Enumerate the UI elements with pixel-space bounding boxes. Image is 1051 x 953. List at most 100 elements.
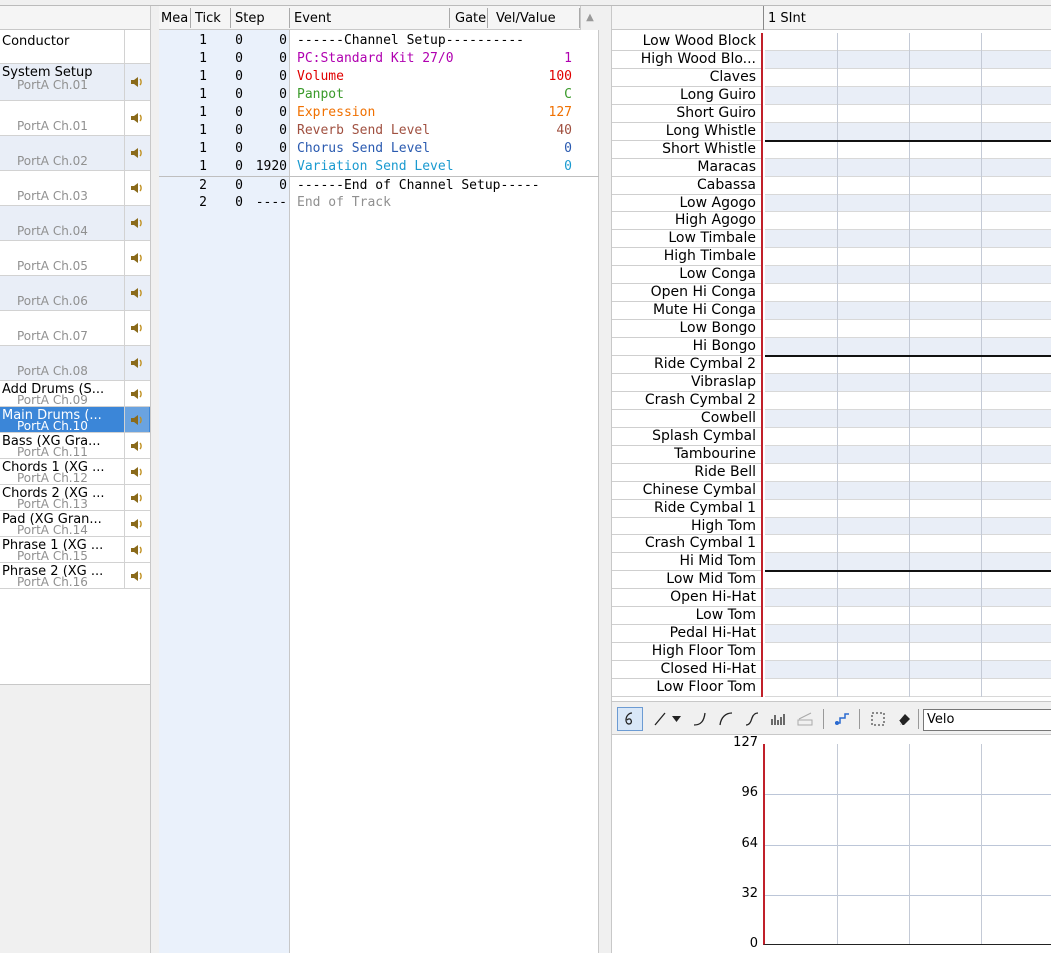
event-row[interactable]: 1 0 0 PC:Standard Kit 27/0 1 <box>159 50 599 68</box>
grid-row[interactable] <box>765 445 1051 464</box>
grid-row[interactable] <box>765 535 1051 554</box>
drum-instrument-label[interactable]: Ride Cymbal 2 <box>612 356 761 374</box>
speaker-icon[interactable] <box>124 136 149 170</box>
grid-row[interactable] <box>765 122 1051 141</box>
drum-instrument-label[interactable]: Low Bongo <box>612 320 761 339</box>
grid-row[interactable] <box>765 517 1051 536</box>
drum-instrument-label[interactable]: Closed Hi-Hat <box>612 661 761 680</box>
scroll-up-arrow-icon[interactable]: ▲ <box>580 6 599 30</box>
drum-instrument-label[interactable]: High Wood Blo... <box>612 51 761 69</box>
curve-tool-3-icon[interactable] <box>739 707 765 731</box>
grid-row[interactable] <box>765 105 1051 123</box>
event-row[interactable]: 2 0 ---- End of Track <box>159 194 599 212</box>
grid-row[interactable] <box>765 607 1051 626</box>
event-row[interactable]: 1 0 0 Expression 127 <box>159 104 599 122</box>
grid-row[interactable] <box>765 373 1051 392</box>
velocity-grid[interactable] <box>763 744 1051 945</box>
track-row[interactable]: Bass (XG Gra... PortA Ch.11 <box>0 433 150 459</box>
speaker-icon[interactable] <box>124 346 149 380</box>
track-row[interactable]: PortA Ch.07 <box>0 311 150 346</box>
grid-row[interactable] <box>765 553 1051 572</box>
track-row[interactable]: PortA Ch.06 <box>0 276 150 311</box>
grid-row[interactable] <box>765 86 1051 105</box>
drum-instrument-label[interactable]: Claves <box>612 69 761 87</box>
drum-instrument-label[interactable]: High Agogo <box>612 212 761 231</box>
speaker-icon[interactable] <box>124 241 149 275</box>
track-row[interactable]: PortA Ch.03 <box>0 171 150 206</box>
speaker-icon[interactable] <box>124 563 149 588</box>
track-row[interactable]: Phrase 1 (XG ... PortA Ch.15 <box>0 537 150 563</box>
drum-note-grid[interactable] <box>765 33 1051 697</box>
grid-row[interactable] <box>765 356 1051 374</box>
track-row[interactable]: PortA Ch.04 <box>0 206 150 241</box>
grid-row[interactable] <box>765 194 1051 213</box>
grid-row[interactable] <box>765 248 1051 267</box>
event-row[interactable]: 1 0 0 Volume 100 <box>159 68 599 86</box>
grid-row[interactable] <box>765 571 1051 590</box>
speaker-icon[interactable] <box>124 511 149 536</box>
drum-instrument-label[interactable]: Splash Cymbal <box>612 428 761 446</box>
grid-row[interactable] <box>765 266 1051 285</box>
speaker-icon[interactable] <box>124 101 149 135</box>
speaker-icon[interactable] <box>124 311 149 345</box>
grid-row[interactable] <box>765 284 1051 303</box>
ruler[interactable]: 1 SInt <box>612 6 1051 30</box>
speaker-icon[interactable] <box>124 30 149 63</box>
col-header-event[interactable]: Event <box>294 11 331 26</box>
dropdown-arrow-icon[interactable] <box>669 707 683 731</box>
track-row[interactable]: Pad (XG Gran... PortA Ch.14 <box>0 511 150 537</box>
speaker-icon[interactable] <box>124 459 149 484</box>
drum-instrument-label[interactable]: Low Floor Tom <box>612 679 761 697</box>
grid-row[interactable] <box>765 643 1051 662</box>
grid-row[interactable] <box>765 589 1051 608</box>
grid-row[interactable] <box>765 212 1051 231</box>
grid-row[interactable] <box>765 320 1051 339</box>
splitter-right[interactable] <box>599 6 612 953</box>
speaker-icon[interactable] <box>124 171 149 205</box>
grid-row[interactable] <box>765 302 1051 321</box>
grid-row[interactable] <box>765 69 1051 87</box>
grid-row[interactable] <box>765 50 1051 69</box>
drum-instrument-label[interactable]: Low Mid Tom <box>612 571 761 590</box>
track-row[interactable]: System Setup PortA Ch.01 <box>0 64 150 101</box>
speaker-icon[interactable] <box>124 276 149 310</box>
drum-instrument-label[interactable]: Hi Bongo <box>612 338 761 357</box>
drum-instrument-label[interactable]: Pedal Hi-Hat <box>612 625 761 644</box>
col-header-tick[interactable]: Tick <box>195 11 221 26</box>
drum-instrument-label[interactable]: Crash Cymbal 1 <box>612 535 761 554</box>
grid-row[interactable] <box>765 141 1051 159</box>
speaker-icon[interactable] <box>124 206 149 240</box>
drum-instrument-label[interactable]: Low Tom <box>612 607 761 626</box>
grid-row[interactable] <box>765 158 1051 177</box>
speaker-icon[interactable] <box>124 433 149 458</box>
track-row[interactable]: Chords 1 (XG ... PortA Ch.12 <box>0 459 150 485</box>
drum-instrument-label[interactable]: Low Agogo <box>612 195 761 213</box>
grid-row[interactable] <box>765 409 1051 428</box>
event-row[interactable]: 2 0 0 ------End of Channel Setup----- <box>159 176 599 194</box>
drum-instrument-label[interactable]: High Floor Tom <box>612 643 761 662</box>
drum-instrument-label[interactable]: Cowbell <box>612 410 761 428</box>
grid-row[interactable] <box>765 392 1051 410</box>
drum-instrument-label[interactable]: Maracas <box>612 159 761 177</box>
drum-instrument-label[interactable]: Crash Cymbal 2 <box>612 392 761 410</box>
event-row[interactable]: 1 0 0 Reverb Send Level 40 <box>159 122 599 140</box>
drum-instrument-label[interactable]: Short Guiro <box>612 105 761 123</box>
drum-instrument-label[interactable]: Chinese Cymbal <box>612 482 761 500</box>
speaker-icon[interactable] <box>124 537 149 562</box>
curve-tool-2-icon[interactable] <box>713 707 739 731</box>
col-header-step[interactable]: Step <box>235 11 265 26</box>
grid-row[interactable] <box>765 33 1051 51</box>
drum-instrument-label[interactable]: Tambourine <box>612 446 761 464</box>
col-header-gate[interactable]: Gate <box>455 11 486 26</box>
drum-instrument-label[interactable]: Short Whistle <box>612 141 761 159</box>
track-row[interactable]: Phrase 2 (XG ... PortA Ch.16 <box>0 563 150 589</box>
drum-instrument-label[interactable]: Long Whistle <box>612 123 761 141</box>
col-header-mea[interactable]: Mea <box>161 11 188 26</box>
drum-instrument-label[interactable]: Open Hi-Hat <box>612 589 761 608</box>
speaker-icon[interactable] <box>124 381 149 406</box>
track-row[interactable]: Main Drums (... PortA Ch.10 <box>0 407 150 433</box>
curve-tool-1-icon[interactable] <box>687 707 713 731</box>
track-row[interactable]: PortA Ch.05 <box>0 241 150 276</box>
step-tool-icon[interactable] <box>829 707 855 731</box>
event-row[interactable]: 1 0 0 Chorus Send Level 0 <box>159 140 599 158</box>
